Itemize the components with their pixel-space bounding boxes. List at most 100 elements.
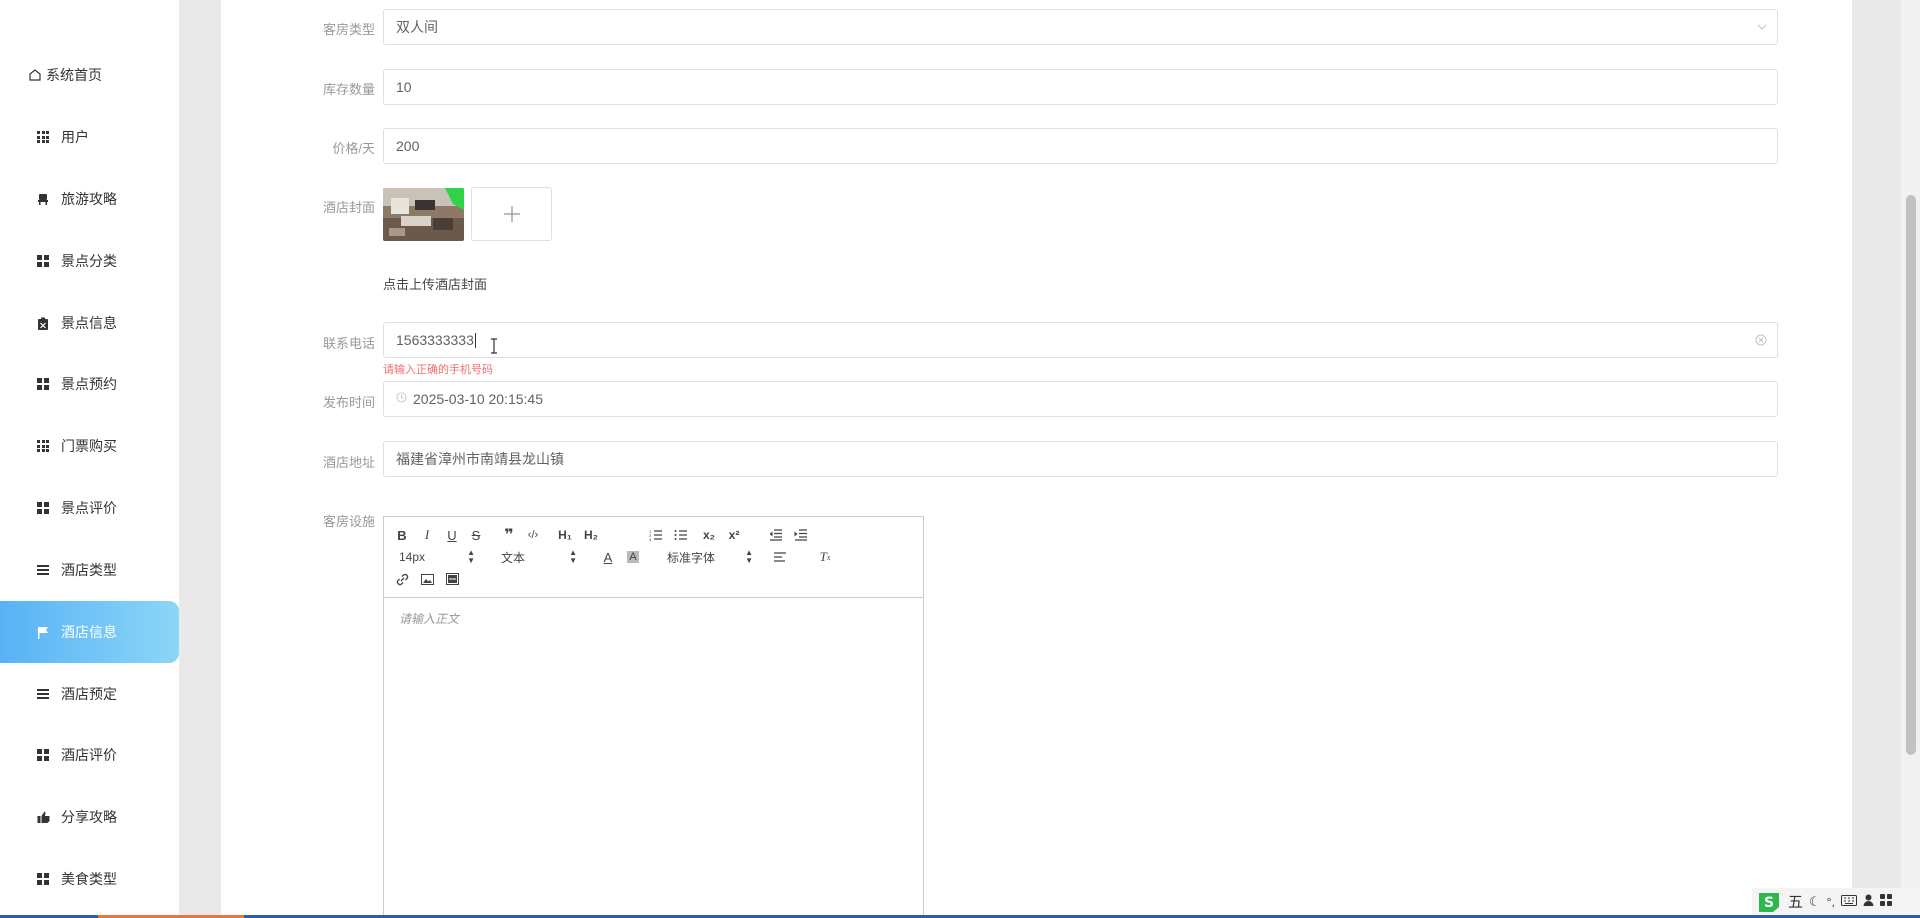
price-label: 价格/天	[332, 141, 375, 156]
sidebar-item-label: 景点信息	[61, 315, 117, 331]
phone-error-message: 请输入正确的手机号码	[383, 364, 493, 376]
background-color-icon[interactable]: A	[623, 548, 643, 566]
sidebar-item-label: 酒店评价	[61, 747, 117, 763]
sidebar-item-scenic-info[interactable]: 景点信息	[0, 292, 179, 354]
italic-icon[interactable]: I	[417, 526, 437, 544]
sidebar-item-label: 酒店信息	[61, 624, 117, 640]
svg-text:3: 3	[649, 537, 652, 541]
svg-text:S: S	[1764, 895, 1774, 911]
sidebar-item-scenic-booking[interactable]: 景点预约	[0, 353, 179, 415]
sidebar-item-hotel-booking[interactable]: 酒店预定	[0, 663, 179, 725]
sidebar-item-hotel-reviews[interactable]: 酒店评价	[0, 724, 179, 786]
sidebar-item-hotel-info[interactable]: 酒店信息	[0, 601, 179, 663]
clock-icon	[396, 392, 407, 406]
upload-cover-button[interactable]	[471, 187, 552, 241]
phone-label: 联系电话	[322, 336, 375, 351]
stock-value: 10	[396, 79, 412, 95]
sidebar-item-label: 酒店类型	[61, 562, 117, 578]
sidebar-item-scenic-categories[interactable]: 景点分类	[0, 230, 179, 292]
flag-icon	[36, 625, 50, 639]
editor-toolbar: B I U S ❞ ‹/› H₁ H₂ 123 x₂ x² 14px ▲ ▼ 文本…	[384, 517, 923, 598]
select-arrows-icon: ▲ ▼	[467, 548, 475, 565]
font-family-select[interactable]: 标准字体 ▲ ▼	[667, 548, 753, 566]
sidebar-item-ticket-purchase[interactable]: 门票购买	[0, 415, 179, 477]
cover-thumbnail[interactable]	[383, 188, 464, 241]
editor-content[interactable]: 请输入正文	[384, 598, 923, 639]
room-type-select[interactable]: 双人间	[383, 9, 1778, 45]
thumb-icon	[36, 810, 50, 824]
link-icon[interactable]	[392, 570, 412, 588]
heading1-icon[interactable]: H₁	[555, 526, 575, 544]
stock-label: 库存数量	[322, 82, 375, 97]
font-size-select[interactable]: 14px ▲ ▼	[399, 548, 475, 566]
apps-icon[interactable]	[1879, 893, 1892, 910]
image-icon[interactable]	[417, 570, 437, 588]
sidebar-item-food-types[interactable]: 美食类型	[0, 848, 179, 910]
punctuation-icon[interactable]: °,	[1827, 895, 1835, 909]
sidebar-item-travel-guides[interactable]: 旅游攻略	[0, 168, 179, 230]
address-label: 酒店地址	[322, 455, 375, 470]
bold-icon[interactable]: B	[392, 526, 412, 544]
plus-icon	[503, 206, 520, 222]
home-icon	[28, 68, 42, 82]
editor-placeholder: 请输入正文	[399, 612, 460, 626]
room-type-value: 双人间	[396, 19, 438, 35]
grid-icon	[36, 439, 50, 453]
outdent-icon[interactable]	[766, 526, 786, 544]
sidebar-item-users[interactable]: 用户	[0, 106, 179, 168]
sidebar-item-share-guides[interactable]: 分享攻略	[0, 786, 179, 848]
ime-toolbar[interactable]: S 五 ☾ °,	[1752, 888, 1920, 915]
select-arrows-icon: ▲ ▼	[745, 548, 753, 565]
underline-icon[interactable]: U	[442, 526, 462, 544]
sidebar-item-label: 景点预约	[61, 376, 117, 392]
align-left-icon[interactable]	[770, 548, 790, 566]
publish-time-picker[interactable]: 2025-03-10 20:15:45	[383, 381, 1778, 417]
address-value: 福建省漳州市南靖县龙山镇	[396, 451, 564, 467]
ime-mode[interactable]: 五	[1788, 891, 1803, 912]
indent-icon[interactable]	[791, 526, 811, 544]
sidebar-item-label: 门票购买	[61, 438, 117, 454]
blockquote-icon[interactable]: ❞	[499, 526, 519, 544]
phone-value: 1563333333	[396, 332, 474, 348]
keyboard-icon[interactable]	[1840, 893, 1857, 910]
apps-icon	[36, 748, 50, 762]
publish-time-value: 2025-03-10 20:15:45	[413, 391, 543, 407]
moon-icon[interactable]: ☾	[1809, 894, 1821, 910]
font-color-icon[interactable]: A	[598, 548, 618, 566]
subscript-icon[interactable]: x₂	[699, 526, 719, 544]
stock-input[interactable]: 10	[383, 69, 1778, 105]
price-input[interactable]: 200	[383, 128, 1778, 164]
sidebar-item-home[interactable]: 系统首页	[0, 44, 179, 106]
select-arrows-icon: ▲ ▼	[569, 548, 577, 565]
price-value: 200	[396, 138, 420, 154]
apps-icon	[36, 377, 50, 391]
heading2-icon[interactable]: H₂	[581, 526, 601, 544]
chevron-down-icon	[1757, 10, 1767, 44]
publish-time-label: 发布时间	[322, 395, 375, 410]
grid-icon	[36, 130, 50, 144]
apps-icon	[36, 872, 50, 886]
strikethrough-icon[interactable]: S	[466, 526, 486, 544]
apps-icon	[36, 254, 50, 268]
bullet-list-icon[interactable]	[671, 526, 691, 544]
address-input[interactable]: 福建省漳州市南靖县龙山镇	[383, 441, 1778, 477]
clear-format-icon[interactable]: Tx	[815, 548, 835, 566]
block-format-select[interactable]: 文本 ▲ ▼	[501, 548, 577, 566]
ordered-list-icon[interactable]: 123	[646, 526, 666, 544]
user-icon[interactable]	[1863, 893, 1874, 910]
sogou-logo-icon: S	[1759, 892, 1779, 912]
code-block-icon[interactable]: ‹/›	[523, 526, 543, 544]
sidebar-item-scenic-reviews[interactable]: 景点评价	[0, 477, 179, 539]
clear-icon[interactable]	[1755, 323, 1767, 357]
text-cursor-icon	[491, 338, 497, 354]
sidebar-item-label: 美食类型	[61, 871, 117, 887]
font-family-value: 标准字体	[667, 550, 716, 565]
apps-icon	[36, 501, 50, 515]
video-icon[interactable]	[442, 570, 462, 588]
scrollbar-thumb[interactable]	[1906, 195, 1916, 755]
sidebar-item-label: 酒店预定	[61, 686, 117, 702]
sidebar-item-label: 系统首页	[46, 67, 102, 83]
phone-input[interactable]: 1563333333	[383, 322, 1778, 358]
superscript-icon[interactable]: x²	[724, 526, 744, 544]
sidebar-item-hotel-types[interactable]: 酒店类型	[0, 539, 179, 601]
